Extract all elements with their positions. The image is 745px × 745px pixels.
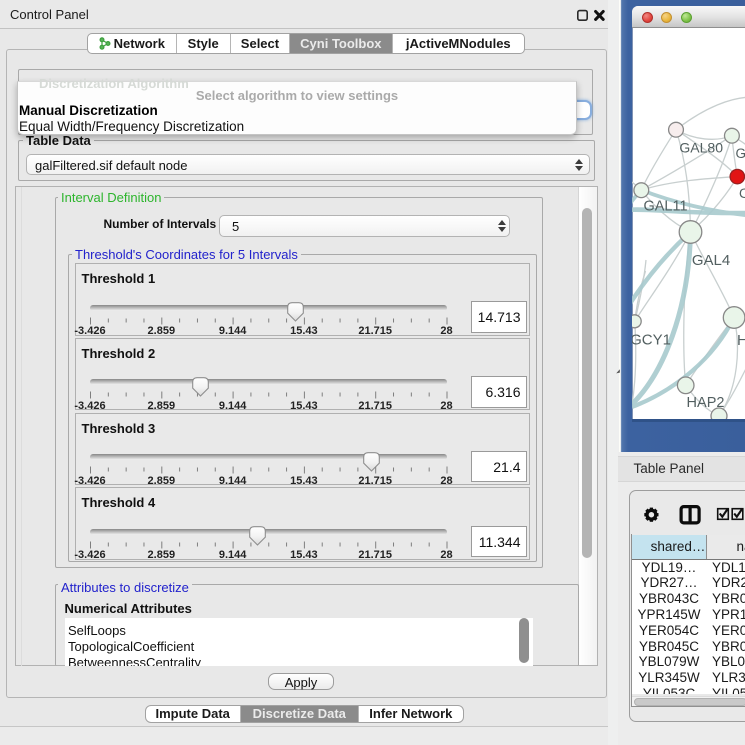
svg-text:CR: CR bbox=[739, 186, 745, 201]
svg-text:GCY1: GCY1 bbox=[632, 331, 671, 348]
svg-text:GAL11: GAL11 bbox=[643, 198, 687, 214]
svg-text:GA: GA bbox=[735, 146, 745, 161]
svg-text:GAL4: GAL4 bbox=[691, 252, 729, 269]
svg-text:GAL80: GAL80 bbox=[679, 139, 723, 155]
svg-text:HI: HI bbox=[737, 332, 745, 349]
svg-text:HAP2: HAP2 bbox=[686, 395, 724, 411]
